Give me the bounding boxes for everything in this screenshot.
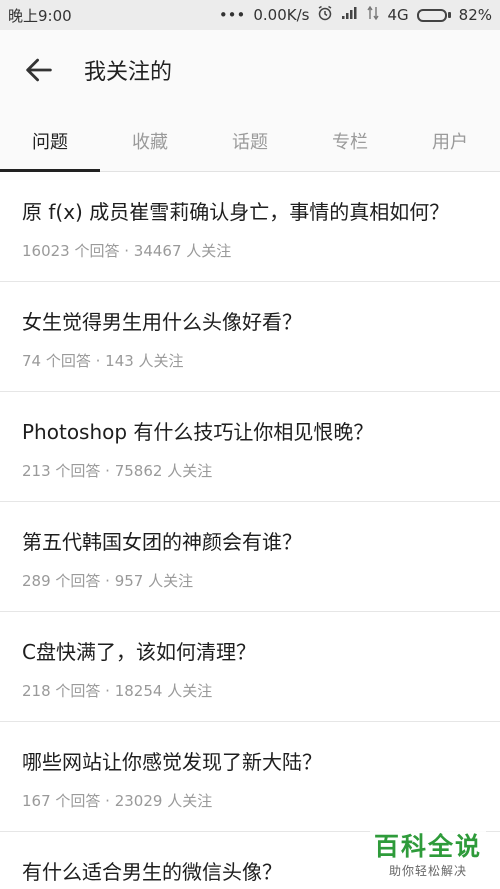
question-meta: 167 个回答 · 23029 人关注 xyxy=(22,792,213,810)
status-indicators: ••• 0.00K/s 4G 82% xyxy=(219,5,492,25)
question-title: 原 f(x) 成员崔雪莉确认身亡，事情的真相如何？ xyxy=(22,200,450,224)
question-title: 女生觉得男生用什么头像好看？ xyxy=(22,310,302,334)
tab-questions[interactable]: 问题 xyxy=(0,110,100,172)
list-item[interactable]: 原 f(x) 成员崔雪莉确认身亡，事情的真相如何？ 16023 个回答 · 34… xyxy=(0,172,500,282)
question-title: C盘快满了，该如何清理？ xyxy=(22,640,256,664)
signal-icon xyxy=(341,6,359,24)
question-meta: 74 个回答 · 143 人关注 xyxy=(22,352,184,370)
tab-columns[interactable]: 专栏 xyxy=(300,110,400,171)
question-meta: 16023 个回答 · 34467 人关注 xyxy=(22,242,232,260)
question-title: 哪些网站让你感觉发现了新大陆？ xyxy=(22,750,322,774)
tab-collections[interactable]: 收藏 xyxy=(100,110,200,171)
network-type: 4G xyxy=(387,6,409,24)
question-meta: 213 个回答 · 75862 人关注 xyxy=(22,462,213,480)
tab-topics[interactable]: 话题 xyxy=(200,110,300,171)
alarm-icon xyxy=(317,5,333,25)
watermark-logo: 百科全说 助你轻松解决 xyxy=(369,830,486,881)
battery-icon xyxy=(416,8,451,22)
question-title: Photoshop 有什么技巧让你相见恨晚？ xyxy=(22,420,374,444)
list-item[interactable]: Photoshop 有什么技巧让你相见恨晚？ 213 个回答 · 75862 人… xyxy=(0,392,500,502)
question-list: 原 f(x) 成员崔雪莉确认身亡，事情的真相如何？ 16023 个回答 · 34… xyxy=(0,172,500,889)
list-item[interactable]: C盘快满了，该如何清理？ 218 个回答 · 18254 人关注 xyxy=(0,612,500,722)
app-bar: 我关注的 xyxy=(0,30,500,110)
question-title: 第五代韩国女团的神颜会有谁？ xyxy=(22,530,302,554)
tab-bar: 问题 收藏 话题 专栏 用户 xyxy=(0,110,500,172)
list-item[interactable]: 第五代韩国女团的神颜会有谁？ 289 个回答 · 957 人关注 xyxy=(0,502,500,612)
battery-text: 82% xyxy=(458,6,492,24)
tab-users[interactable]: 用户 xyxy=(400,110,500,171)
watermark-title: 百科全说 xyxy=(373,832,482,861)
more-dots-icon: ••• xyxy=(218,6,246,24)
question-meta: 218 个回答 · 18254 人关注 xyxy=(22,682,213,700)
list-item[interactable]: 哪些网站让你感觉发现了新大陆？ 167 个回答 · 23029 人关注 xyxy=(0,722,500,832)
back-arrow-icon[interactable] xyxy=(22,50,62,90)
page-title: 我关注的 xyxy=(84,60,173,85)
status-bar: 晚上9:00 ••• 0.00K/s 4G 82% xyxy=(0,0,500,30)
question-meta: 289 个回答 · 957 人关注 xyxy=(22,572,194,590)
status-time: 晚上9:00 xyxy=(8,6,72,25)
net-speed: 0.00K/s xyxy=(253,6,310,24)
list-item[interactable]: 女生觉得男生用什么头像好看？ 74 个回答 · 143 人关注 xyxy=(0,282,500,392)
watermark-subtitle: 助你轻松解决 xyxy=(388,864,467,878)
data-arrows-icon xyxy=(367,5,380,24)
